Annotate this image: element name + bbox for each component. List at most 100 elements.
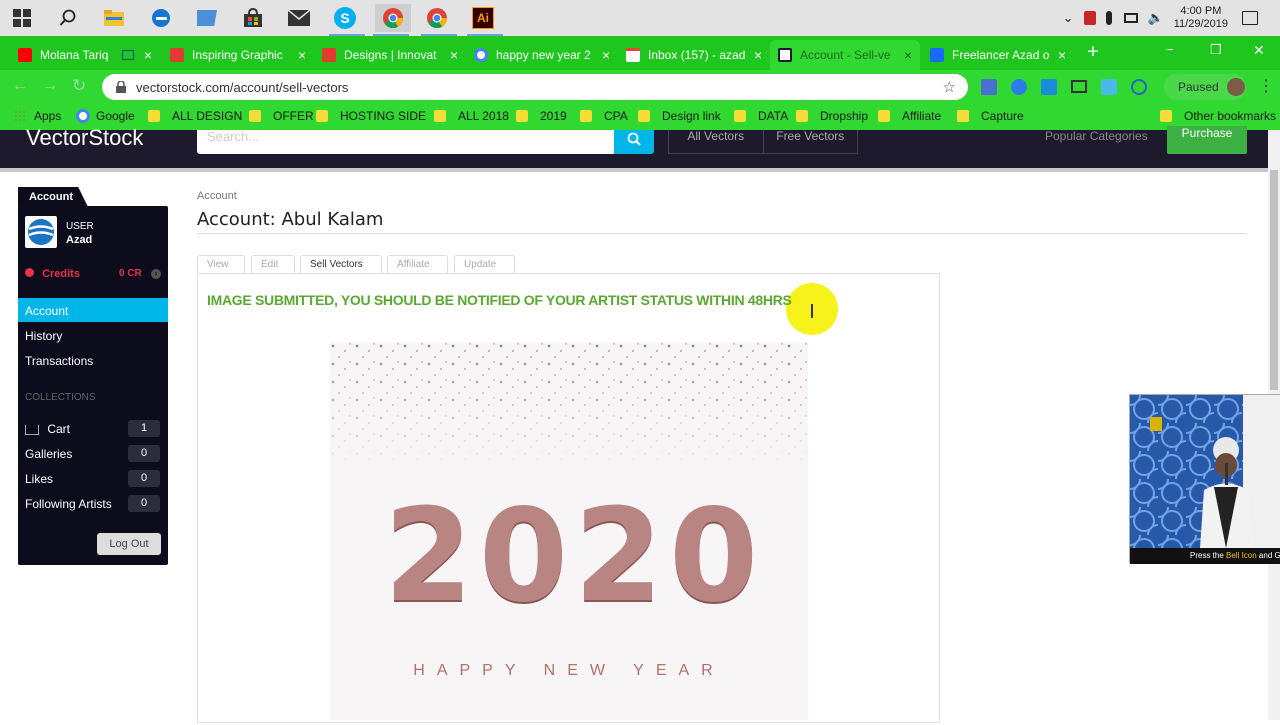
tab-designs[interactable]: Designs | Innovat × bbox=[314, 40, 466, 70]
tab-update[interactable]: Update bbox=[454, 255, 515, 273]
close-tab-icon[interactable]: × bbox=[144, 47, 152, 63]
sidebar-item-galleries[interactable]: Galleries 0 bbox=[18, 441, 168, 465]
tab-sell-vectors[interactable]: Sell Vectors bbox=[300, 255, 382, 274]
bookmark-other[interactable]: Other bookmarks bbox=[1160, 109, 1276, 123]
volume-icon[interactable]: 🔈 bbox=[1148, 10, 1164, 26]
tab-edit[interactable]: Edit bbox=[251, 255, 295, 273]
site-search-button[interactable] bbox=[614, 130, 654, 154]
logout-button[interactable]: Log Out bbox=[97, 533, 161, 555]
new-tab-button[interactable]: + bbox=[1083, 42, 1103, 63]
url-text: vectorstock.com/account/sell-vectors bbox=[136, 79, 349, 95]
extension-icon[interactable] bbox=[1101, 79, 1117, 95]
sidebar-item-account[interactable]: Account bbox=[18, 298, 168, 322]
bookmark-folder[interactable]: HOSTING SIDE bbox=[316, 109, 426, 123]
tab-title: Account - Sell-ve bbox=[800, 48, 891, 62]
chevron-up-icon[interactable]: ⌄ bbox=[1063, 10, 1074, 26]
purchase-button[interactable]: Purchase bbox=[1167, 126, 1247, 154]
credits-row[interactable]: Credits 0 CR › bbox=[25, 268, 161, 282]
reload-icon[interactable]: ↻ bbox=[72, 76, 86, 96]
extension-icon[interactable] bbox=[1041, 79, 1057, 95]
sidebar-item-label: Following Artists bbox=[25, 497, 112, 511]
bookmark-folder[interactable]: Dropship bbox=[796, 109, 868, 123]
network-icon[interactable] bbox=[1123, 13, 1138, 23]
profile-paused-button[interactable]: Paused bbox=[1164, 74, 1246, 100]
windows-icon[interactable] bbox=[8, 4, 36, 32]
close-tab-icon[interactable]: × bbox=[602, 47, 610, 63]
close-tab-icon[interactable]: × bbox=[754, 47, 762, 63]
file-explorer-icon[interactable] bbox=[100, 4, 128, 32]
close-tab-icon[interactable]: × bbox=[450, 47, 458, 63]
chrome-icon-2[interactable] bbox=[423, 4, 451, 32]
tab-title: Designs | Innovat bbox=[344, 48, 437, 62]
bookmark-folder[interactable]: DATA bbox=[734, 109, 788, 123]
clock[interactable]: 4:00 PM 11/29/2019 bbox=[1174, 5, 1228, 31]
bookmark-folder[interactable]: CPA bbox=[580, 109, 628, 123]
close-tab-icon[interactable]: × bbox=[904, 47, 912, 63]
search-icon[interactable] bbox=[54, 4, 82, 32]
tab-affiliate[interactable]: Affiliate bbox=[387, 255, 448, 273]
bookmark-folder[interactable]: ALL 2018 bbox=[434, 109, 509, 123]
folder-icon bbox=[516, 110, 528, 122]
site-logo[interactable]: VectorStock bbox=[26, 128, 143, 148]
sidebar-item-label: Galleries bbox=[25, 447, 73, 461]
bookmark-folder[interactable]: Capture bbox=[957, 109, 1024, 123]
bookmark-folder[interactable]: Affiliate bbox=[878, 109, 941, 123]
site-search-input[interactable]: Search... bbox=[197, 130, 614, 154]
scrollbar-thumb[interactable] bbox=[1270, 170, 1278, 390]
close-window-button[interactable]: ✕ bbox=[1253, 42, 1265, 59]
illustrator-icon[interactable]: Ai bbox=[469, 4, 497, 32]
menu-dots-icon[interactable]: ⋮ bbox=[1258, 76, 1274, 96]
sidebar-item-cart[interactable]: Cart 1 bbox=[18, 416, 168, 440]
skype-icon[interactable]: S bbox=[331, 4, 359, 32]
video-overlay[interactable]: Press the Bell Icon and Ge bbox=[1129, 394, 1280, 564]
page-title: Account: Abul Kalam bbox=[197, 209, 384, 230]
bookmark-label: DATA bbox=[758, 109, 789, 123]
notifications-icon[interactable] bbox=[1242, 11, 1258, 25]
sidebar-item-history[interactable]: History bbox=[18, 323, 168, 347]
tab-view[interactable]: View bbox=[197, 255, 245, 273]
extension-icon[interactable] bbox=[1071, 80, 1087, 93]
chrome-icon[interactable] bbox=[375, 4, 411, 32]
tab-gmail[interactable]: Inbox (157) - azad × bbox=[618, 40, 770, 70]
sidebar-item-transactions[interactable]: Transactions bbox=[18, 348, 168, 372]
cart-icon bbox=[25, 424, 39, 435]
nav-all-vectors[interactable]: All Vectors bbox=[669, 130, 764, 153]
security-icon[interactable] bbox=[1083, 11, 1096, 25]
folder-icon bbox=[638, 110, 650, 122]
bookmark-label: Capture bbox=[981, 109, 1024, 123]
tab-vectorstock[interactable]: Account - Sell-ve × bbox=[770, 40, 920, 70]
url-bar[interactable]: vectorstock.com/account/sell-vectors ☆ bbox=[102, 74, 968, 100]
store-icon[interactable] bbox=[239, 4, 267, 32]
extension-icon[interactable] bbox=[1011, 79, 1027, 95]
bookmark-apps[interactable]: Apps bbox=[14, 109, 61, 123]
bookmark-folder[interactable]: 2019 bbox=[516, 109, 567, 123]
chevron-right-icon[interactable]: › bbox=[151, 269, 161, 279]
terminal-icon[interactable] bbox=[193, 4, 221, 32]
tab-behance[interactable]: Freelancer Azad o × bbox=[922, 40, 1074, 70]
site-nav: All Vectors Free Vectors bbox=[668, 130, 858, 154]
nav-free-vectors[interactable]: Free Vectors bbox=[764, 130, 858, 153]
edge-icon[interactable] bbox=[147, 4, 175, 32]
bookmark-folder[interactable]: OFFER bbox=[249, 109, 314, 123]
close-tab-icon[interactable]: × bbox=[1058, 47, 1066, 63]
sidebar-item-following-artists[interactable]: Following Artists 0 bbox=[18, 491, 168, 515]
back-arrow-icon[interactable]: ← bbox=[12, 77, 28, 95]
bookmark-folder[interactable]: Design link bbox=[638, 109, 721, 123]
minimize-button[interactable]: − bbox=[1166, 42, 1174, 57]
bookmark-star-icon[interactable]: ☆ bbox=[943, 78, 956, 96]
breadcrumb[interactable]: Account bbox=[197, 190, 237, 202]
sidebar-item-likes[interactable]: Likes 0 bbox=[18, 466, 168, 490]
extension-icon[interactable] bbox=[1131, 79, 1147, 95]
restore-button[interactable]: ❐ bbox=[1210, 42, 1222, 58]
tab-google-search[interactable]: happy new year 2 × bbox=[466, 40, 618, 70]
microphone-icon[interactable] bbox=[1105, 11, 1112, 25]
bookmark-folder[interactable]: ALL DESIGN bbox=[148, 109, 242, 123]
popular-categories-link[interactable]: Popular Categories bbox=[1045, 130, 1148, 142]
forward-arrow-icon[interactable]: → bbox=[42, 77, 58, 95]
bookmark-google[interactable]: Google bbox=[76, 109, 135, 123]
close-tab-icon[interactable]: × bbox=[298, 47, 306, 63]
tab-youtube[interactable]: Molana Tariq × bbox=[10, 40, 160, 70]
tab-inspiring[interactable]: Inspiring Graphic × bbox=[162, 40, 314, 70]
translate-extension-icon[interactable] bbox=[981, 79, 997, 95]
mail-icon[interactable] bbox=[285, 4, 313, 32]
